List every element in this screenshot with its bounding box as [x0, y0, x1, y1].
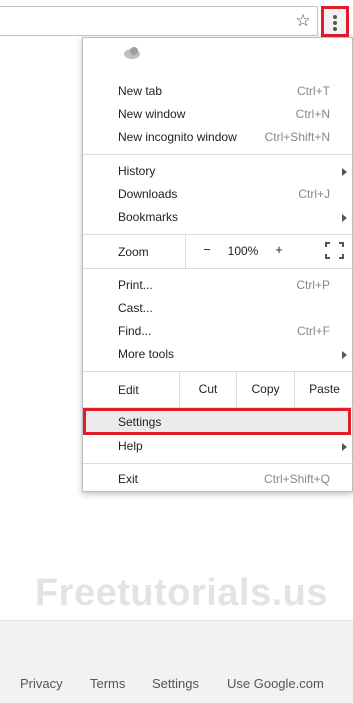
menu-item-label: Help [118, 439, 143, 453]
menu-separator [83, 463, 353, 464]
menu-item-shortcut: Ctrl+N [295, 107, 330, 121]
menu-item-label: Downloads [118, 187, 178, 201]
menu-item-new-incognito-window[interactable]: New incognito window Ctrl+Shift+N [83, 126, 353, 149]
menu-item-shortcut: Ctrl+Shift+Q [263, 472, 330, 486]
menu-item-label: New window [118, 107, 186, 121]
page-footer: Privacy Terms Settings Use Google.com [0, 620, 353, 703]
menu-item-label: Bookmarks [118, 210, 179, 224]
chrome-menu-button[interactable] [321, 6, 349, 37]
submenu-arrow-icon [342, 443, 347, 451]
zoom-row: Zoom − 100% + [83, 234, 353, 268]
zoom-in-button[interactable]: + [272, 242, 286, 258]
star-outline-icon[interactable]: ☆ [293, 10, 313, 32]
menu-item-help[interactable]: Help [83, 435, 353, 458]
menu-separator [83, 154, 353, 155]
zoom-label: Zoom [118, 245, 149, 259]
footer-link-terms[interactable]: Terms [90, 676, 125, 691]
menu-item-new-tab[interactable]: New tab Ctrl+T [83, 80, 353, 103]
edit-row: Edit Cut Copy Paste [83, 371, 353, 407]
menu-item-history[interactable]: History [83, 160, 353, 183]
menu-item-label: Cast... [118, 301, 153, 315]
watermark: Freetutorials.us [34, 572, 329, 614]
chrome-menu: New tab Ctrl+T New window Ctrl+N New inc… [82, 37, 353, 492]
paste-button[interactable]: Paste [294, 371, 353, 407]
footer-link-settings[interactable]: Settings [152, 676, 199, 691]
menu-item-shortcut: Ctrl+J [298, 187, 330, 201]
submenu-arrow-icon [342, 351, 347, 359]
menu-item-label: Print... [118, 278, 153, 292]
menu-item-bookmarks[interactable]: Bookmarks [83, 206, 353, 229]
menu-item-label: Find... [118, 324, 152, 338]
menu-item-label: New incognito window [118, 130, 237, 144]
menu-item-more-tools[interactable]: More tools [83, 343, 353, 366]
menu-item-downloads[interactable]: Downloads Ctrl+J [83, 183, 353, 206]
profile-avatar-icon[interactable] [123, 46, 141, 60]
menu-dot [333, 15, 337, 19]
menu-item-shortcut: Ctrl+P [296, 278, 330, 292]
menu-item-label: New tab [118, 84, 163, 98]
menu-item-settings[interactable]: Settings [83, 408, 351, 435]
edit-label: Edit [118, 383, 139, 397]
zoom-out-button[interactable]: − [200, 242, 214, 258]
menu-item-label: History [118, 164, 156, 178]
footer-link-privacy[interactable]: Privacy [20, 676, 63, 691]
menu-item-shortcut: Ctrl+Shift+N [264, 130, 330, 144]
menu-item-shortcut: Ctrl+F [297, 324, 330, 338]
zoom-level: 100% [227, 244, 259, 258]
menu-item-cast[interactable]: Cast... [83, 297, 353, 320]
menu-item-exit[interactable]: Exit Ctrl+Shift+Q [83, 468, 353, 491]
menu-dot [333, 21, 337, 25]
cut-button[interactable]: Cut [179, 371, 236, 407]
submenu-arrow-icon [342, 168, 347, 176]
submenu-arrow-icon [342, 214, 347, 222]
menu-item-label: Settings [118, 415, 162, 429]
menu-item-find[interactable]: Find... Ctrl+F [83, 320, 353, 343]
menu-item-label: More tools [118, 347, 175, 361]
menu-separator [83, 268, 353, 269]
menu-dot [333, 27, 337, 31]
menu-item-label: Exit [118, 472, 139, 486]
menu-item-new-window[interactable]: New window Ctrl+N [83, 103, 353, 126]
address-bar[interactable] [0, 6, 318, 36]
menu-item-shortcut: Ctrl+T [297, 84, 330, 98]
copy-button[interactable]: Copy [236, 371, 294, 407]
fullscreen-icon[interactable] [325, 242, 344, 259]
footer-link-use-google[interactable]: Use Google.com [227, 676, 324, 691]
menu-item-print[interactable]: Print... Ctrl+P [83, 274, 353, 297]
